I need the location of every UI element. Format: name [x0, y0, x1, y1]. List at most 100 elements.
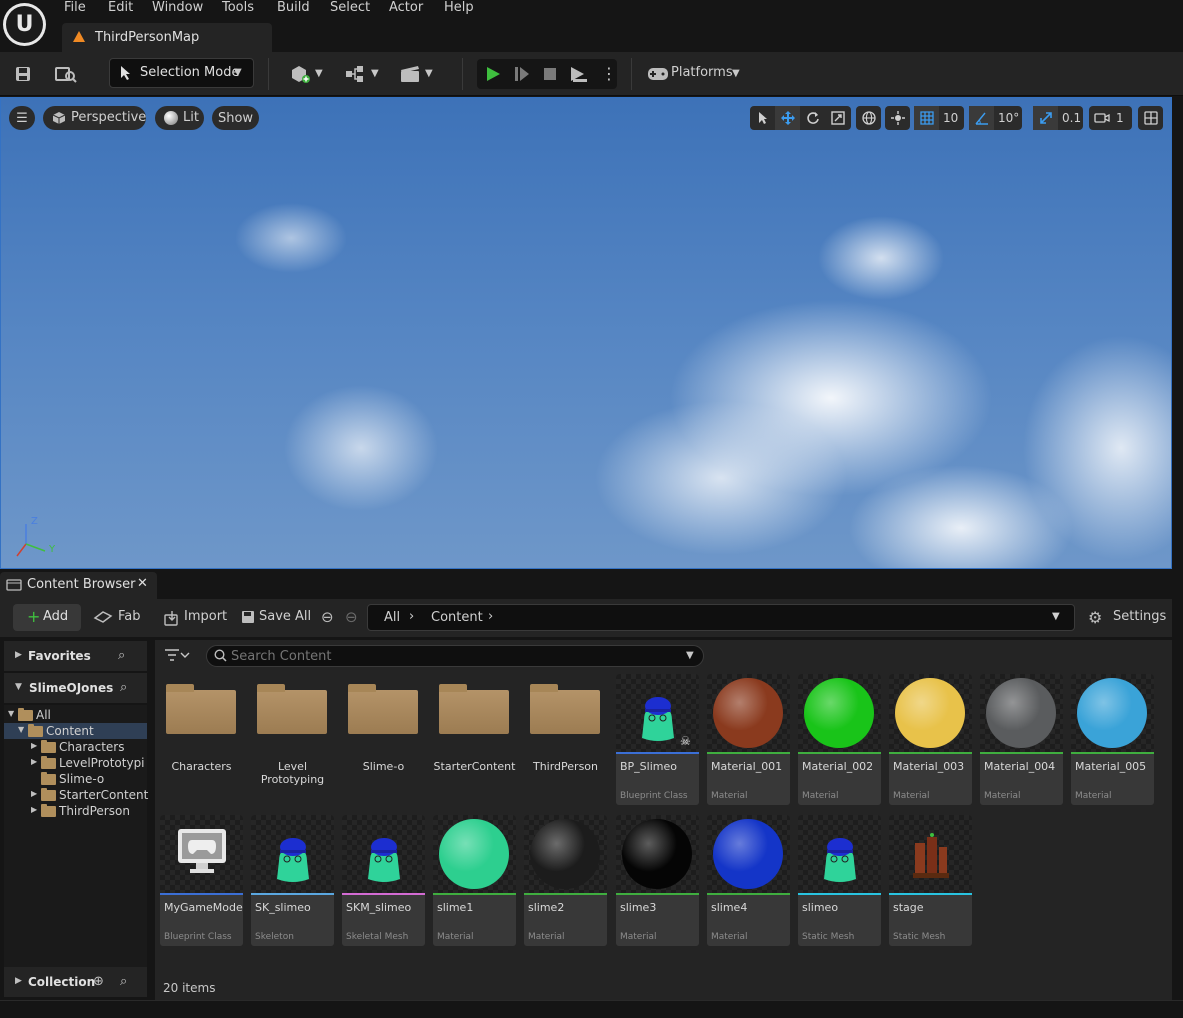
- chevron-right-icon[interactable]: ▶: [31, 805, 37, 814]
- search-icon[interactable]: ⌕: [120, 974, 127, 989]
- viewport-menu-button[interactable]: ☰: [9, 106, 35, 130]
- stop-icon[interactable]: [541, 65, 559, 87]
- menu-help[interactable]: Help: [444, 0, 474, 15]
- chevron-down-icon[interactable]: ▼: [371, 68, 379, 79]
- path-breadcrumb[interactable]: All › Content › ▼: [367, 604, 1075, 631]
- content-browser-tab[interactable]: Content Browser ✕: [0, 572, 157, 599]
- asset-tile[interactable]: ☠ BP_Slimeo Blueprint Class: [616, 674, 699, 805]
- search-icon[interactable]: ⌕: [120, 680, 127, 695]
- chevron-down-icon[interactable]: ▼: [1052, 611, 1060, 622]
- viewport-layout-icon[interactable]: [1138, 106, 1163, 130]
- chevron-right-icon[interactable]: ▶: [31, 789, 37, 798]
- menu-actor[interactable]: Actor: [389, 0, 423, 15]
- asset-tile[interactable]: Material_005 Material: [1071, 674, 1154, 805]
- folder-tile[interactable]: ThirdPerson: [524, 674, 607, 805]
- menu-build[interactable]: Build: [277, 0, 310, 15]
- select-tool-icon[interactable]: [750, 106, 775, 130]
- save-icon[interactable]: [12, 63, 34, 85]
- tree-item-content[interactable]: ▼ Content: [4, 723, 147, 739]
- project-section[interactable]: ▼ SlimeOJones ⌕: [4, 673, 147, 703]
- lit-mode-button[interactable]: Lit: [155, 106, 204, 130]
- chevron-down-icon[interactable]: ▼: [8, 709, 14, 718]
- world-local-icon[interactable]: [856, 106, 881, 130]
- fab-button[interactable]: Fab: [118, 609, 141, 624]
- grid-snap-control[interactable]: 10: [914, 106, 964, 130]
- tree-item-thirdperson[interactable]: ▶ ThirdPerson: [4, 803, 147, 819]
- menu-tools[interactable]: Tools: [222, 0, 254, 15]
- search-input[interactable]: [231, 648, 671, 664]
- asset-tile[interactable]: SKM_slimeo Skeletal Mesh: [342, 815, 425, 946]
- advance-frame-icon[interactable]: [513, 65, 531, 87]
- chevron-down-icon[interactable]: ▼: [732, 68, 740, 79]
- folder-tile[interactable]: StarterContent: [433, 674, 516, 805]
- camera-speed-control[interactable]: 1: [1089, 106, 1132, 130]
- selection-mode-dropdown[interactable]: Selection Mode ▼: [109, 58, 254, 88]
- asset-tile[interactable]: slime3 Material: [616, 815, 699, 946]
- scale-tool-icon[interactable]: [825, 106, 850, 130]
- filter-icon[interactable]: [164, 648, 190, 666]
- play-icon[interactable]: [484, 65, 502, 87]
- rotation-snap-control[interactable]: 10°: [969, 106, 1022, 130]
- asset-tile[interactable]: slime2 Material: [524, 815, 607, 946]
- asset-tile[interactable]: Material_001 Material: [707, 674, 790, 805]
- play-options-icon[interactable]: ⋮: [601, 64, 617, 83]
- chevron-right-icon[interactable]: ›: [409, 609, 414, 624]
- asset-tile[interactable]: slime1 Material: [433, 815, 516, 946]
- save-all-button[interactable]: Save All: [259, 609, 311, 624]
- search-content-box[interactable]: ▼: [206, 645, 704, 667]
- rotate-tool-icon[interactable]: [800, 106, 825, 130]
- asset-tile[interactable]: Material_003 Material: [889, 674, 972, 805]
- tree-item-startercontent[interactable]: ▶ StarterContent: [4, 787, 148, 803]
- asset-tile[interactable]: Material_004 Material: [980, 674, 1063, 805]
- blueprint-icon[interactable]: [345, 63, 367, 85]
- chevron-down-icon[interactable]: ▼: [425, 68, 433, 79]
- translate-tool-icon[interactable]: [775, 106, 800, 130]
- tree-item-characters[interactable]: ▶ Characters: [4, 739, 147, 755]
- scale-snap-control[interactable]: 0.1: [1033, 106, 1083, 130]
- breadcrumb-content[interactable]: Content: [431, 610, 483, 625]
- level-viewport[interactable]: ☰ Perspective Lit Show 10 10° 0.1 1 Z Y: [0, 97, 1172, 569]
- chevron-right-icon[interactable]: ›: [488, 609, 493, 624]
- folder-tile[interactable]: Slime-o: [342, 674, 425, 805]
- menu-edit[interactable]: Edit: [108, 0, 133, 15]
- settings-button[interactable]: Settings: [1113, 609, 1166, 624]
- chevron-down-icon[interactable]: ▼: [315, 68, 323, 79]
- folder-tile[interactable]: Level Prototyping: [251, 674, 334, 805]
- chevron-down-icon[interactable]: ▼: [18, 725, 24, 734]
- level-tab[interactable]: ThirdPersonMap: [62, 23, 272, 52]
- show-button[interactable]: Show: [212, 106, 259, 130]
- platforms-icon[interactable]: [647, 65, 669, 87]
- tree-item-slime-o[interactable]: Slime-o: [4, 771, 147, 787]
- chevron-right-icon[interactable]: ▶: [31, 741, 37, 750]
- menu-select[interactable]: Select: [330, 0, 370, 15]
- asset-tile[interactable]: Material_002 Material: [798, 674, 881, 805]
- tree-item-all[interactable]: ▼ All: [4, 707, 147, 723]
- unreal-logo-icon[interactable]: U: [3, 3, 46, 46]
- browse-level-icon[interactable]: [55, 63, 77, 85]
- history-back-icon[interactable]: ⊖: [321, 608, 334, 626]
- add-actor-icon[interactable]: [289, 63, 311, 85]
- add-button[interactable]: + Add: [13, 604, 81, 631]
- eject-icon[interactable]: [569, 65, 589, 87]
- perspective-button[interactable]: Perspective: [43, 106, 146, 130]
- breadcrumb-all[interactable]: All: [384, 610, 400, 625]
- chevron-right-icon[interactable]: ▶: [31, 757, 37, 766]
- menu-window[interactable]: Window: [152, 0, 203, 15]
- history-forward-icon[interactable]: ⊖: [345, 608, 358, 626]
- folder-tile[interactable]: Characters: [160, 674, 243, 805]
- asset-tile[interactable]: SK_slimeo Skeleton: [251, 815, 334, 946]
- asset-tile[interactable]: MyGameMode Blueprint Class: [160, 815, 243, 946]
- collection-section[interactable]: ▶ Collection ⊕ ⌕: [4, 967, 147, 997]
- asset-tile[interactable]: slimeo Static Mesh: [798, 815, 881, 946]
- add-collection-icon[interactable]: ⊕: [93, 974, 104, 989]
- menu-file[interactable]: File: [64, 0, 86, 15]
- tree-item-levelprototypi[interactable]: ▶ LevelPrototypi: [4, 755, 147, 771]
- cinematics-icon[interactable]: [399, 63, 421, 85]
- favorites-section[interactable]: ▶ Favorites ⌕: [4, 641, 147, 671]
- surface-snap-icon[interactable]: [885, 106, 910, 130]
- import-button[interactable]: Import: [184, 609, 227, 624]
- search-icon[interactable]: ⌕: [118, 648, 125, 663]
- close-icon[interactable]: ✕: [137, 576, 148, 591]
- platforms-button[interactable]: Platforms: [671, 65, 733, 80]
- chevron-down-icon[interactable]: ▼: [686, 650, 694, 661]
